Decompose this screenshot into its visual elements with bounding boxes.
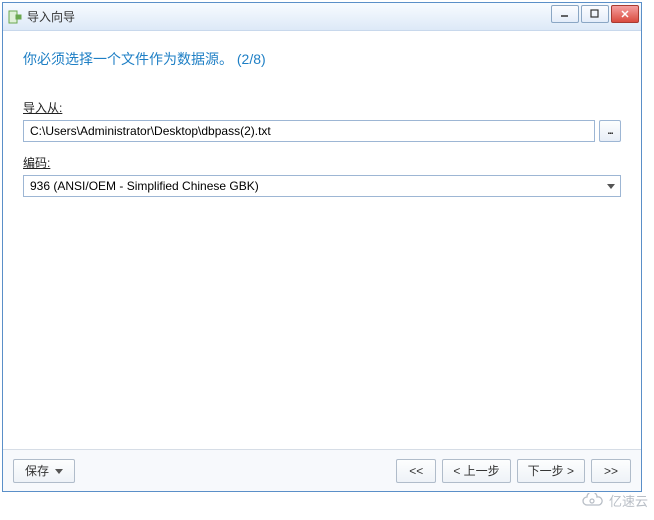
first-button[interactable]: << (396, 459, 436, 483)
window-controls (551, 5, 639, 23)
window-title: 导入向导 (27, 8, 75, 25)
next-button[interactable]: 下一步 > (517, 459, 585, 483)
prev-button[interactable]: < 上一步 (442, 459, 510, 483)
close-button[interactable] (611, 5, 639, 23)
watermark: 亿速云 (581, 491, 648, 510)
encoding-label: 编码: (23, 154, 50, 171)
watermark-text: 亿速云 (609, 491, 648, 510)
encoding-value: 936 (ANSI/OEM - Simplified Chinese GBK) (30, 179, 259, 193)
import-from-label: 导入从: (23, 99, 62, 116)
chevron-down-icon (55, 464, 63, 478)
import-from-group: 导入从: ... (23, 99, 621, 142)
import-wizard-window: 导入向导 你必须选择一个文件作为数据源。 (2/8) 导入从: ... 编码: (2, 2, 642, 492)
wizard-content: 你必须选择一个文件作为数据源。 (2/8) 导入从: ... 编码: 936 (… (3, 31, 641, 449)
minimize-button[interactable] (551, 5, 579, 23)
wizard-footer: 保存 << < 上一步 下一步 > >> (3, 449, 641, 491)
last-button[interactable]: >> (591, 459, 631, 483)
maximize-button[interactable] (581, 5, 609, 23)
app-icon (7, 9, 23, 25)
save-button-label: 保存 (25, 462, 49, 479)
encoding-select[interactable]: 936 (ANSI/OEM - Simplified Chinese GBK) (23, 175, 621, 197)
titlebar: 导入向导 (3, 3, 641, 31)
wizard-heading: 你必须选择一个文件作为数据源。 (2/8) (23, 49, 621, 69)
encoding-group: 编码: 936 (ANSI/OEM - Simplified Chinese G… (23, 154, 621, 197)
save-button[interactable]: 保存 (13, 459, 75, 483)
import-from-input[interactable] (23, 120, 595, 142)
browse-button[interactable]: ... (599, 120, 621, 142)
cloud-icon (581, 493, 605, 509)
